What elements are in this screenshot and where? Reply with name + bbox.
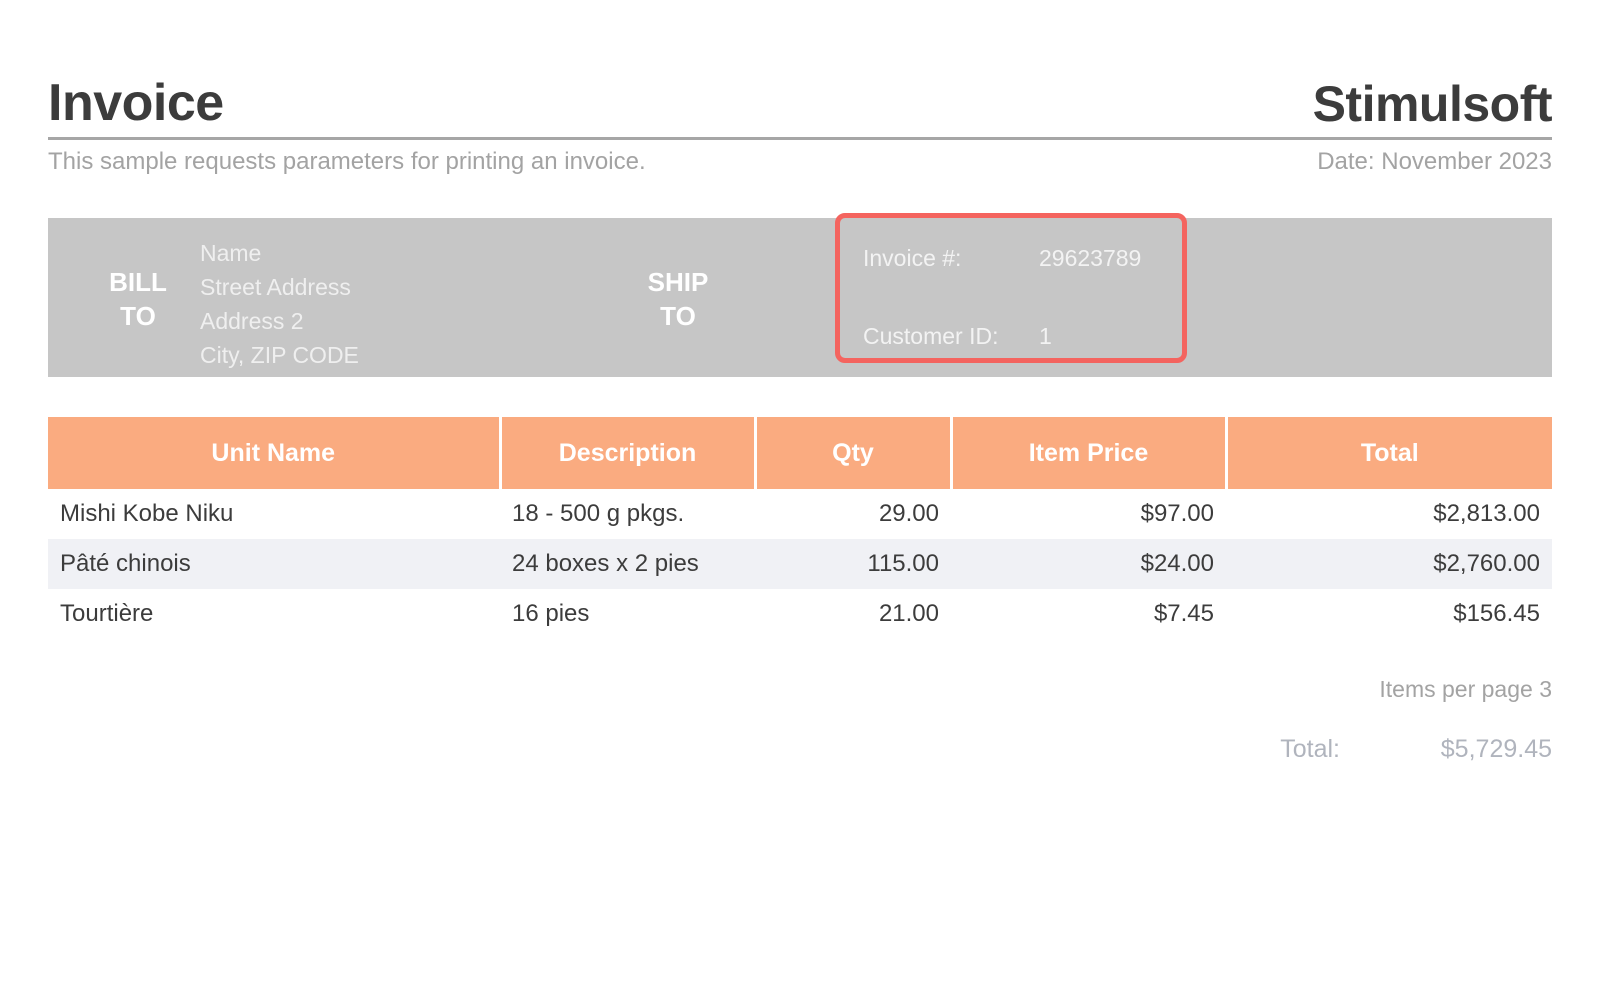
cell-qty: 29.00 <box>755 489 951 539</box>
invoice-number-value: 29623789 <box>1039 245 1142 271</box>
column-header-qty[interactable]: Qty <box>755 417 953 489</box>
customer-id-row: Customer ID: 1 <box>863 323 1052 350</box>
items-per-page-label: Items per page 3 <box>1379 676 1552 702</box>
address-band: BILL TO Name Street Address Address 2 Ci… <box>48 213 1552 377</box>
bill-to-address: Name Street Address Address 2 City, ZIP … <box>200 236 359 372</box>
cell-qty: 115.00 <box>755 539 951 589</box>
bill-to-label-line2: TO <box>120 300 156 331</box>
table-row: Pâté chinois 24 boxes x 2 pies 115.00 $2… <box>48 539 1552 589</box>
customer-id-value: 1 <box>1039 323 1052 349</box>
grand-total-row: Total: $5,729.45 <box>1280 735 1552 764</box>
grand-total-value: $5,729.45 <box>1440 735 1552 763</box>
cell-item-price: $7.45 <box>951 589 1226 639</box>
column-header-total[interactable]: Total <box>1226 417 1552 489</box>
brand-logo-text: Stimulsoft <box>1312 76 1553 132</box>
page-title: Invoice <box>48 74 224 132</box>
column-header-unit-name[interactable]: Unit Name <box>48 417 502 489</box>
document-header: Invoice Stimulsoft <box>48 58 1553 140</box>
column-header-description[interactable]: Description <box>500 417 757 489</box>
table-header-row: Unit Name Description Qty Item Price Tot… <box>48 417 1552 489</box>
address-line-street: Street Address <box>200 274 351 301</box>
cell-description: 24 boxes x 2 pies <box>500 539 755 589</box>
ship-to-label-line1: SHIP <box>647 267 709 297</box>
address-line-city-zip: City, ZIP CODE <box>200 342 359 369</box>
grand-total-label: Total: <box>1280 735 1340 763</box>
cell-total: $2,813.00 <box>1226 489 1552 539</box>
cell-description: 18 - 500 g pkgs. <box>500 489 755 539</box>
bill-to-label-line1: BILL <box>109 267 167 297</box>
address-line-name: Name <box>200 240 262 266</box>
document-date: Date: November 2023 <box>1317 148 1552 175</box>
cell-total: $2,760.00 <box>1226 539 1552 589</box>
cell-qty: 21.00 <box>755 589 951 639</box>
address-line-2: Address 2 <box>200 308 304 335</box>
ship-to-label-line2: TO <box>660 300 696 331</box>
invoice-page: Invoice Stimulsoft This sample requests … <box>0 0 1600 1000</box>
cell-total: $156.45 <box>1226 589 1552 639</box>
document-subheader: This sample requests parameters for prin… <box>48 148 1552 176</box>
ship-to-label: SHIP TO <box>608 266 748 334</box>
invoice-items-table: Unit Name Description Qty Item Price Tot… <box>48 417 1552 639</box>
cell-item-price: $97.00 <box>951 489 1226 539</box>
bill-to-label: BILL TO <box>88 266 188 334</box>
cell-unit-name: Mishi Kobe Niku <box>48 489 500 539</box>
invoice-meta-highlight-box[interactable]: Invoice #: 29623789 Customer ID: 1 <box>835 213 1187 363</box>
cell-description: 16 pies <box>500 589 755 639</box>
customer-id-label: Customer ID: <box>863 323 999 349</box>
cell-item-price: $24.00 <box>951 539 1226 589</box>
table-row: Tourtière 16 pies 21.00 $7.45 $156.45 <box>48 589 1552 639</box>
invoice-number-label: Invoice #: <box>863 245 962 271</box>
cell-unit-name: Tourtière <box>48 589 500 639</box>
document-subtitle: This sample requests parameters for prin… <box>48 148 646 175</box>
column-header-item-price[interactable]: Item Price <box>951 417 1228 489</box>
cell-unit-name: Pâté chinois <box>48 539 500 589</box>
table-row: Mishi Kobe Niku 18 - 500 g pkgs. 29.00 $… <box>48 489 1552 539</box>
invoice-number-row: Invoice #: 29623789 <box>863 245 1141 272</box>
